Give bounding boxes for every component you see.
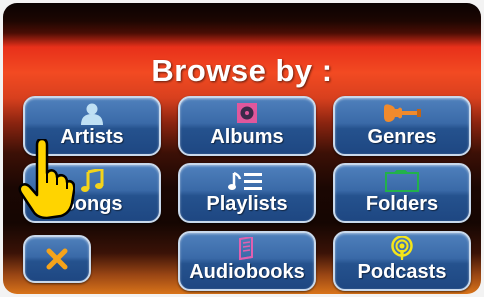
page-title: Browse by : <box>151 53 333 88</box>
albums-button[interactable]: Albums <box>178 96 316 156</box>
playlist-icon <box>180 170 314 192</box>
playlists-label: Playlists <box>206 193 288 215</box>
browse-screen: Browse by : Artists Albums Genres Songs … <box>3 3 481 294</box>
audiobooks-button[interactable]: Audiobooks <box>178 231 316 291</box>
podcasts-button[interactable]: Podcasts <box>333 231 471 291</box>
album-icon <box>180 103 314 125</box>
albums-label: Albums <box>210 126 284 148</box>
genres-label: Genres <box>367 126 437 148</box>
audiobooks-label: Audiobooks <box>189 261 305 283</box>
close-icon <box>25 247 89 271</box>
playlists-button[interactable]: Playlists <box>178 163 316 223</box>
book-icon <box>180 237 314 261</box>
podcasts-label: Podcasts <box>357 261 447 283</box>
hand-pointer-icon <box>18 139 75 219</box>
folders-button[interactable]: Folders <box>333 163 471 223</box>
genres-button[interactable]: Genres <box>333 96 471 156</box>
close-button[interactable] <box>23 235 91 283</box>
person-icon <box>25 103 159 125</box>
folder-icon <box>335 170 469 192</box>
folders-label: Folders <box>365 193 439 215</box>
guitar-icon <box>335 103 469 125</box>
podcast-icon <box>335 236 469 260</box>
